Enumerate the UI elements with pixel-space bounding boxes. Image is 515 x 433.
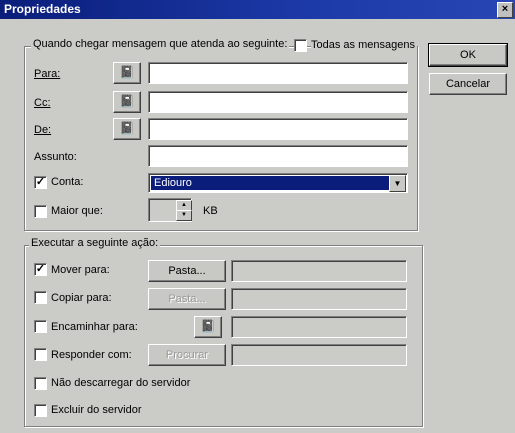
- copiar-checkbox[interactable]: [34, 291, 47, 304]
- nao-descarregar-checkbox[interactable]: [34, 377, 47, 390]
- excluir-checkbox[interactable]: [34, 404, 47, 417]
- maior-que-label: Maior que:: [51, 205, 103, 217]
- cc-label: Cc:: [34, 97, 51, 109]
- all-messages-label: Todas as mensagens: [311, 39, 417, 51]
- encaminhar-checkbox[interactable]: [34, 320, 47, 333]
- mover-folder-button[interactable]: Pasta...: [148, 260, 226, 282]
- para-label: Para:: [34, 68, 61, 80]
- cc-addressbook-button[interactable]: 📓: [113, 91, 141, 113]
- de-input[interactable]: [148, 118, 408, 140]
- address-book-icon: 📓: [119, 94, 135, 108]
- properties-dialog: Propriedades × OK Cancelar Quando chegar…: [0, 0, 515, 433]
- actions-legend: Executar a seguinte ação:: [29, 237, 161, 249]
- responder-label: Responder com:: [51, 349, 132, 361]
- window-title: Propriedades: [4, 2, 81, 16]
- close-button[interactable]: ×: [497, 2, 513, 18]
- cc-input[interactable]: [148, 91, 408, 113]
- ok-button[interactable]: OK: [428, 43, 508, 67]
- responder-checkbox[interactable]: [34, 348, 47, 361]
- para-addressbook-button[interactable]: 📓: [113, 62, 141, 84]
- assunto-input[interactable]: [148, 145, 408, 167]
- de-label: De:: [34, 124, 52, 136]
- encaminhar-addressbook-button[interactable]: 📓: [194, 316, 222, 338]
- conta-checkbox[interactable]: ✓: [34, 176, 47, 189]
- copiar-label: Copiar para:: [51, 292, 112, 304]
- para-input[interactable]: [148, 62, 408, 84]
- address-book-icon: 📓: [119, 65, 135, 79]
- copiar-folder-field: [231, 288, 407, 310]
- responder-browse-button[interactable]: Procurar: [148, 344, 226, 366]
- chevron-down-icon[interactable]: ▼: [389, 175, 406, 192]
- kb-unit-label: KB: [203, 205, 218, 217]
- address-book-icon: 📓: [119, 121, 135, 135]
- mover-label: Mover para:: [51, 264, 110, 276]
- cancel-button[interactable]: Cancelar: [429, 73, 507, 95]
- copiar-folder-button[interactable]: Pasta...: [148, 288, 226, 310]
- maior-que-checkbox[interactable]: [34, 205, 47, 218]
- responder-field: [231, 344, 407, 366]
- conditions-legend: Quando chegar mensagem que atenda ao seg…: [31, 38, 290, 50]
- spin-down-icon[interactable]: ▼: [176, 210, 192, 221]
- mover-folder-field: [231, 260, 407, 282]
- de-addressbook-button[interactable]: 📓: [113, 118, 141, 140]
- conta-label: Conta:: [51, 176, 84, 188]
- nao-descarregar-label: Não descarregar do servidor: [51, 377, 191, 389]
- excluir-label: Excluir do servidor: [51, 404, 142, 416]
- address-book-icon: 📓: [200, 319, 216, 333]
- conta-selected-value: Ediouro: [151, 176, 389, 190]
- mover-checkbox[interactable]: ✓: [34, 263, 47, 276]
- encaminhar-label: Encaminhar para:: [51, 321, 138, 333]
- encaminhar-field[interactable]: [231, 316, 407, 338]
- conta-select[interactable]: Ediouro ▼: [148, 173, 408, 193]
- assunto-label: Assunto:: [34, 151, 77, 163]
- title-bar: Propriedades ×: [0, 0, 515, 19]
- all-messages-checkbox[interactable]: [294, 39, 307, 52]
